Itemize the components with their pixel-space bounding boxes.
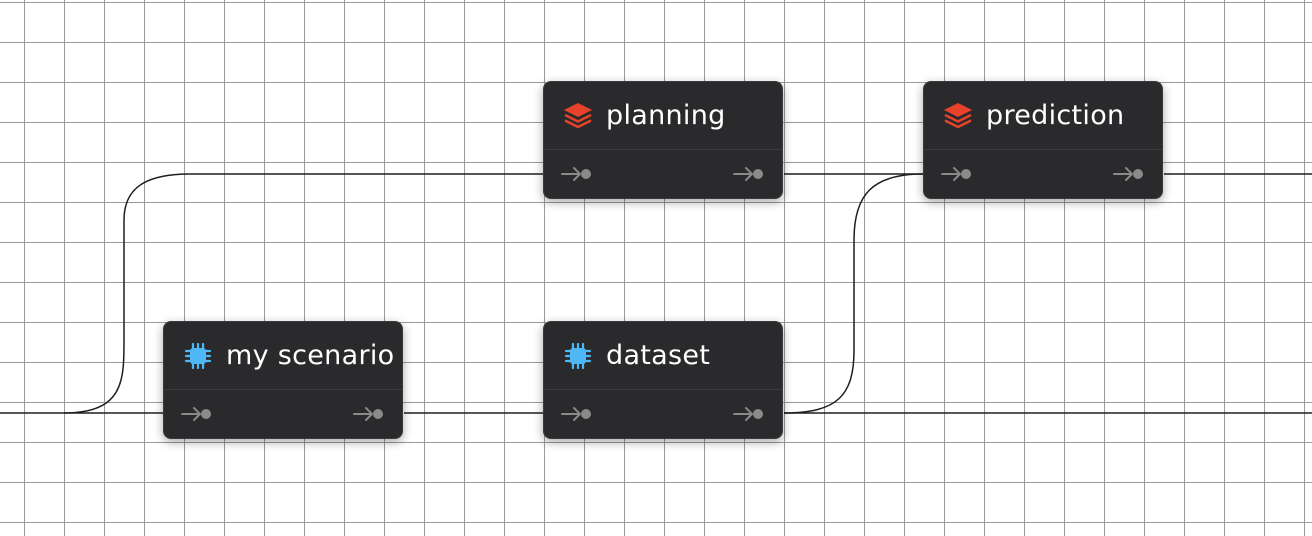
input-port-icon[interactable] [940,162,974,186]
output-port-icon[interactable] [352,402,386,426]
input-port-icon[interactable] [180,402,214,426]
node-dataset[interactable]: dataset [543,321,783,439]
node-prediction[interactable]: prediction [923,81,1163,199]
node-header: my scenario [164,322,402,390]
output-port-icon[interactable] [732,402,766,426]
node-header: planning [544,82,782,150]
node-title: dataset [606,340,711,371]
layers-icon [562,100,594,132]
input-port-icon[interactable] [560,402,594,426]
node-title: planning [606,100,726,131]
node-title: prediction [986,100,1125,131]
output-port-icon[interactable] [1112,162,1146,186]
node-my-scenario[interactable]: my scenario [163,321,403,439]
input-port-icon[interactable] [560,162,594,186]
layers-icon [942,100,974,132]
node-planning[interactable]: planning [543,81,783,199]
node-ports [544,390,782,438]
node-ports [164,390,402,438]
node-ports [924,150,1162,198]
node-header: dataset [544,322,782,390]
node-ports [544,150,782,198]
chip-icon [562,340,594,372]
chip-icon [182,340,214,372]
output-port-icon[interactable] [732,162,766,186]
node-title: my scenario [226,340,395,371]
graph-canvas[interactable]: planning prediction my scenario dataset [0,0,1312,536]
wire-dataset-to-prediction[interactable] [783,173,924,414]
node-header: prediction [924,82,1162,150]
